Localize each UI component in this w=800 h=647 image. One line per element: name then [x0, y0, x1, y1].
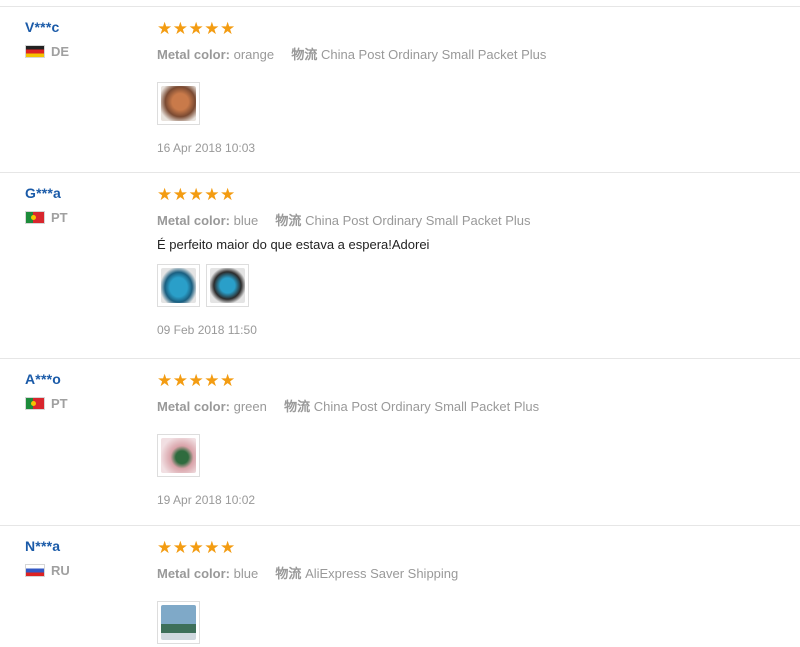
country-code: RU	[51, 563, 70, 578]
review-content: ★★★★★ Metal color: orange 物流 China Post …	[157, 19, 787, 155]
review-date: 09 Feb 2018 11:50	[157, 323, 257, 337]
review-photo-thumbnail[interactable]	[157, 434, 200, 477]
metal-color-label: Metal color:	[157, 213, 230, 228]
review-item: A***o PT ★★★★★ Metal color: green 物流 Chi…	[0, 359, 800, 526]
metal-color-label: Metal color:	[157, 47, 230, 62]
reviewer-info: A***o PT	[25, 371, 68, 411]
metal-color-value: orange	[233, 47, 275, 62]
review-date: 16 Apr 2018 10:03	[157, 141, 256, 155]
country-code: DE	[51, 44, 70, 59]
logistics-value: China Post Ordinary Small Packet Plus	[313, 399, 540, 414]
metal-color-value: blue	[233, 213, 259, 228]
reviewer-country: RU	[25, 563, 70, 578]
star-rating: ★★★★★	[157, 19, 236, 38]
review-item: N***a RU ★★★★★ Metal color: blue 物流 AliE…	[0, 526, 800, 647]
flag-pt-icon	[25, 397, 45, 410]
order-info: Metal color: orange 物流 China Post Ordina…	[157, 44, 787, 63]
star-rating: ★★★★★	[157, 371, 236, 390]
metal-color-value: green	[233, 399, 267, 414]
order-info: Metal color: blue 物流 China Post Ordinary…	[157, 210, 787, 229]
review-photo-thumbnail[interactable]	[206, 264, 249, 307]
review-date: 19 Apr 2018 10:02	[157, 493, 256, 507]
logistics-label: 物流	[291, 47, 318, 62]
logistics-value: China Post Ordinary Small Packet Plus	[305, 213, 531, 228]
country-code: PT	[51, 396, 68, 411]
logistics-label: 物流	[275, 213, 302, 228]
review-photos	[157, 434, 787, 477]
flag-pt-icon	[25, 211, 45, 224]
metal-color-value: blue	[233, 566, 259, 581]
reviewer-info: V***c DE	[25, 19, 69, 59]
review-comment: É perfeito maior do que estava a espera!…	[157, 237, 430, 252]
reviewer-country: PT	[25, 210, 68, 225]
star-rating: ★★★★★	[157, 185, 236, 204]
metal-color-label: Metal color:	[157, 399, 230, 414]
review-photo-thumbnail[interactable]	[157, 264, 200, 307]
reviewer-name: V***c	[25, 19, 60, 35]
review-photos	[157, 601, 787, 644]
flag-ru-icon	[25, 564, 45, 577]
review-content: ★★★★★ Metal color: blue 物流 AliExpress Sa…	[157, 538, 787, 644]
review-photo-thumbnail[interactable]	[157, 82, 200, 125]
logistics-label: 物流	[275, 566, 302, 581]
review-photos	[157, 82, 787, 125]
review-content: ★★★★★ Metal color: green 物流 China Post O…	[157, 371, 787, 507]
reviewer-name: G***a	[25, 185, 62, 201]
reviewer-country: PT	[25, 396, 68, 411]
order-info: Metal color: blue 物流 AliExpress Saver Sh…	[157, 563, 787, 582]
country-code: PT	[51, 210, 68, 225]
review-item: G***a PT ★★★★★ Metal color: blue 物流 Chin…	[0, 173, 800, 359]
review-content: ★★★★★ Metal color: blue 物流 China Post Or…	[157, 185, 787, 337]
reviewer-info: G***a PT	[25, 185, 68, 225]
logistics-value: AliExpress Saver Shipping	[305, 566, 459, 581]
metal-color-label: Metal color:	[157, 566, 230, 581]
reviewer-info: N***a RU	[25, 538, 70, 578]
logistics-label: 物流	[284, 399, 311, 414]
review-photo-thumbnail[interactable]	[157, 601, 200, 644]
review-item: V***c DE ★★★★★ Metal color: orange 物流 Ch…	[0, 7, 800, 173]
reviewer-name: A***o	[25, 371, 62, 387]
flag-de-icon	[25, 45, 45, 58]
star-rating: ★★★★★	[157, 538, 236, 557]
review-photos	[157, 264, 787, 307]
logistics-value: China Post Ordinary Small Packet Plus	[320, 47, 547, 62]
reviewer-name: N***a	[25, 538, 61, 554]
order-info: Metal color: green 物流 China Post Ordinar…	[157, 396, 787, 415]
reviewer-country: DE	[25, 44, 69, 59]
